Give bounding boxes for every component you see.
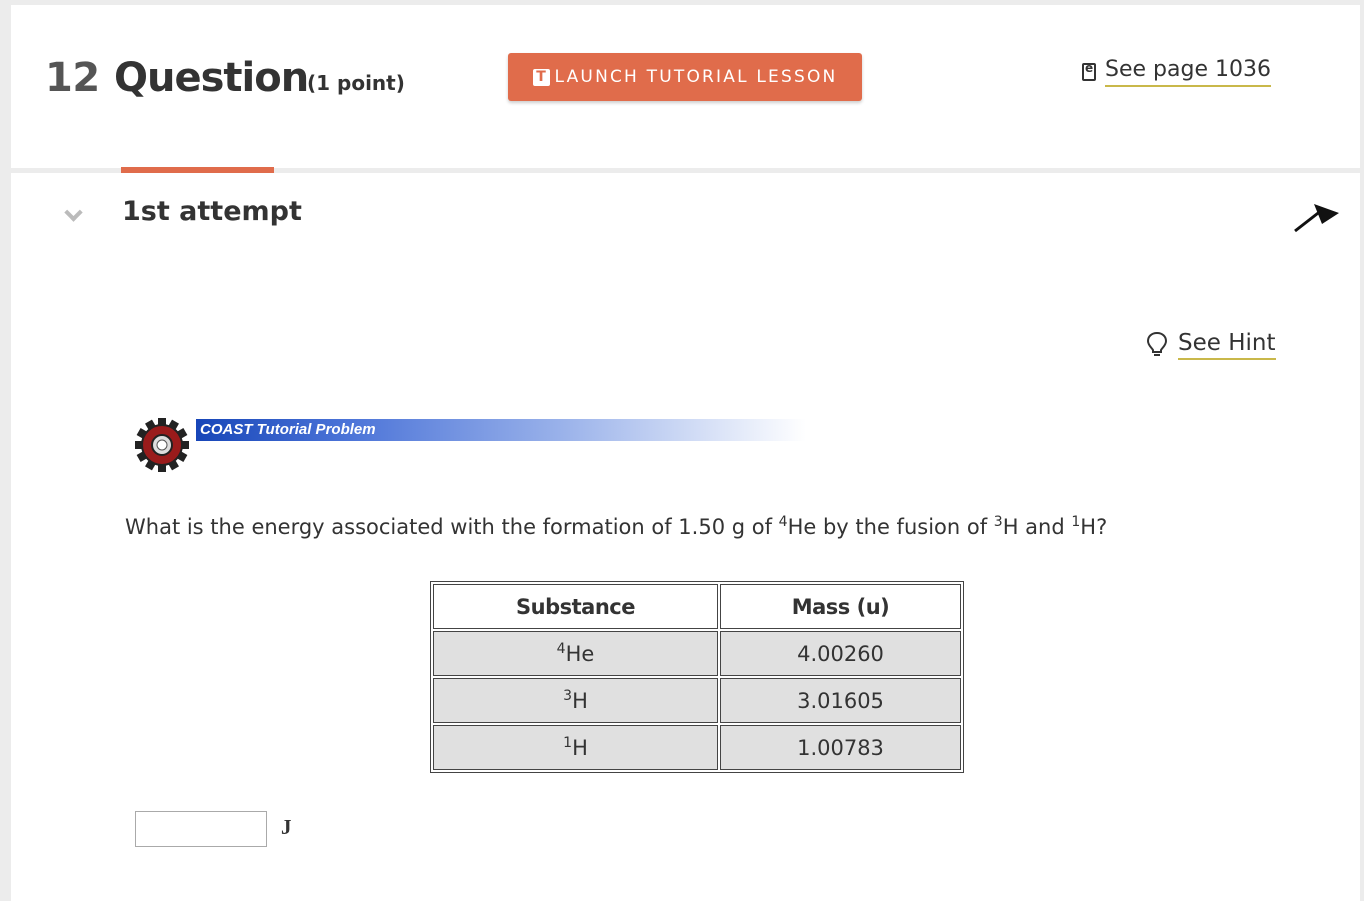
table-row: 4He 4.00260 bbox=[433, 631, 961, 676]
lightbulb-icon bbox=[1146, 331, 1168, 356]
tutorial-icon: T bbox=[532, 68, 550, 86]
chevron-down-icon[interactable] bbox=[66, 206, 80, 220]
answer-unit: J bbox=[281, 815, 292, 839]
see-page-link[interactable]: See page 1036 bbox=[1082, 57, 1271, 87]
launch-tutorial-label: LAUNCH TUTORIAL LESSON bbox=[554, 67, 838, 87]
question-points: (1 point) bbox=[307, 71, 405, 95]
mass-cell: 4.00260 bbox=[720, 631, 961, 676]
see-hint-link[interactable]: See Hint bbox=[1146, 330, 1276, 360]
coast-banner: COAST Tutorial Problem bbox=[196, 419, 806, 441]
arrow-up-right-icon[interactable] bbox=[1292, 196, 1342, 236]
mass-cell: 1.00783 bbox=[720, 725, 961, 770]
mass-cell: 3.01605 bbox=[720, 678, 961, 723]
ebook-icon bbox=[1082, 61, 1096, 81]
attempt-title: 1st attempt bbox=[122, 196, 302, 227]
substance-cell: 1H bbox=[433, 725, 718, 770]
table-header-mass: Mass (u) bbox=[720, 584, 961, 629]
see-page-label: See page 1036 bbox=[1105, 57, 1271, 87]
question-number: 12 bbox=[45, 55, 100, 101]
question-title: Question bbox=[114, 55, 309, 101]
substance-cell: 3H bbox=[433, 678, 718, 723]
question-text: What is the energy associated with the f… bbox=[125, 514, 1108, 539]
substance-cell: 4He bbox=[433, 631, 718, 676]
mass-table: Substance Mass (u) 4He 4.00260 3H 3.0160… bbox=[430, 581, 964, 773]
coast-banner-label: COAST Tutorial Problem bbox=[200, 421, 376, 438]
answer-input[interactable] bbox=[135, 811, 267, 847]
gear-icon bbox=[135, 418, 189, 472]
table-header-row: Substance Mass (u) bbox=[433, 584, 961, 629]
table-row: 1H 1.00783 bbox=[433, 725, 961, 770]
table-row: 3H 3.01605 bbox=[433, 678, 961, 723]
see-hint-label: See Hint bbox=[1178, 330, 1276, 360]
attempt-tab-indicator bbox=[121, 167, 274, 173]
table-header-substance: Substance bbox=[433, 584, 718, 629]
launch-tutorial-button[interactable]: T LAUNCH TUTORIAL LESSON bbox=[508, 53, 862, 101]
